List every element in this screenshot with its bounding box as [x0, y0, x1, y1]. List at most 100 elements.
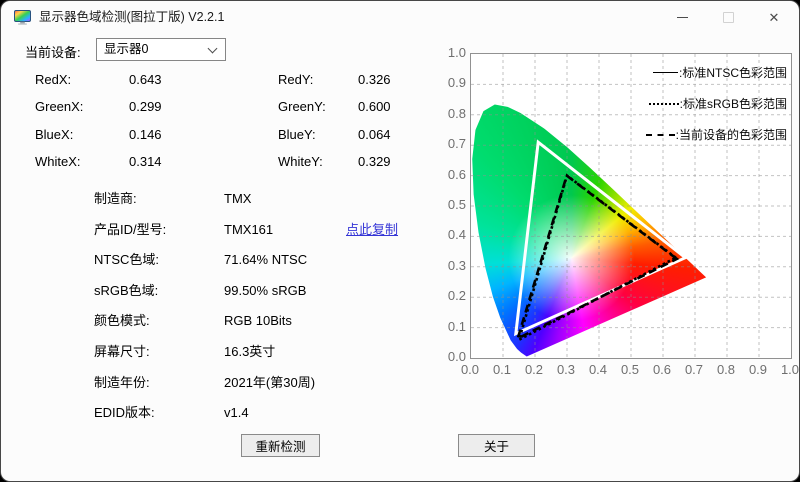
coord-label: GreenX:	[35, 99, 84, 115]
x-tick-label: 0.1	[492, 362, 512, 377]
info-value: TMX161	[224, 221, 274, 237]
x-tick-label: 0.5	[620, 362, 640, 377]
info-label: 颜色模式:	[94, 313, 150, 329]
coord-row: RedX: 0.643	[35, 72, 162, 99]
coord-label: GreenY:	[278, 99, 326, 115]
coord-row: WhiteY: 0.329	[278, 154, 391, 181]
info-value: 16.3英寸	[224, 343, 276, 359]
x-tick-label: 0.6	[652, 362, 672, 377]
close-icon: ✕	[768, 9, 780, 25]
coord-value: 0.064	[358, 126, 391, 142]
info-label: sRGB色域:	[94, 282, 159, 298]
minimize-icon	[676, 16, 688, 18]
info-row: 产品ID/型号: TMX161 点此复制	[94, 219, 434, 250]
copy-link[interactable]: 点此复制	[346, 219, 398, 238]
app-window: 显示器色域检测(图拉丁版) V2.2.1 ✕ 当前设备: 显示器0 RedX: 0…	[1, 1, 799, 481]
close-button[interactable]: ✕	[751, 1, 797, 33]
x-tick-label: 0.9	[748, 362, 768, 377]
info-label: EDID版本:	[94, 405, 155, 421]
info-row: 制造商: TMX	[94, 188, 434, 219]
coord-row: BlueY: 0.064	[278, 127, 391, 154]
info-label: 屏幕尺寸:	[94, 343, 150, 359]
coord-label: WhiteY:	[278, 154, 323, 170]
device-selector-label: 当前设备:	[25, 45, 81, 60]
minimize-button[interactable]	[659, 1, 705, 33]
info-row: EDID版本: v1.4	[94, 402, 434, 433]
y-tick-label: 0.9	[447, 75, 466, 91]
info-label: 制造商:	[94, 191, 137, 206]
gamut-triangle-solid	[514, 139, 689, 337]
y-tick-label: 1.0	[447, 45, 466, 60]
app-icon	[14, 10, 31, 25]
x-tick-label: 0.2	[524, 362, 544, 377]
chevron-down-icon	[207, 43, 218, 54]
coord-label: BlueX:	[35, 126, 74, 142]
x-tick-label: 0.0	[460, 362, 480, 377]
coord-label: RedX:	[35, 72, 72, 87]
info-value: 2021年(第30周)	[224, 374, 316, 390]
y-tick-label: 0.8	[447, 105, 466, 121]
info-value: 99.50% sRGB	[224, 282, 307, 298]
coord-value: 0.326	[358, 72, 391, 87]
about-button[interactable]: 关于	[458, 434, 535, 457]
legend-item: :标准sRGB色彩范围	[646, 95, 787, 112]
coord-label: WhiteX:	[35, 154, 81, 170]
window-title: 显示器色域检测(图拉丁版) V2.2.1	[39, 10, 225, 24]
info-label: 制造年份:	[94, 374, 150, 390]
info-label: NTSC色域:	[94, 252, 160, 268]
y-tick-label: 0.5	[447, 197, 466, 212]
x-tick-label: 0.8	[716, 362, 736, 377]
title-bar: 显示器色域检测(图拉丁版) V2.2.1 ✕	[1, 1, 799, 33]
coord-value: 0.299	[129, 99, 162, 115]
coord-value: 0.329	[358, 154, 391, 170]
legend-label: :当前设备的色彩范围	[675, 128, 787, 142]
x-tick-label: 0.4	[588, 362, 608, 377]
legend-line-solid-icon	[652, 72, 678, 73]
device-selector-value: 显示器0	[104, 42, 149, 56]
info-list: 制造商: TMX 产品ID/型号: TMX161 点此复制 NTSC色域: 71.64% N…	[94, 188, 434, 433]
info-value: v1.4	[224, 405, 249, 421]
redetect-button[interactable]: 重新检测	[241, 434, 320, 457]
x-tick-label: 0.3	[556, 362, 576, 377]
gamut-triangle-dashed	[515, 173, 680, 342]
coord-row: GreenY: 0.600	[278, 99, 391, 126]
coord-value: 0.600	[358, 99, 391, 115]
x-tick-label: 1.0	[780, 362, 799, 377]
y-tick-label: 0.6	[447, 166, 466, 182]
y-tick-label: 0.7	[447, 136, 466, 152]
y-tick-label: 0.4	[447, 227, 466, 243]
y-tick-label: 0.1	[447, 318, 466, 334]
legend-item: :当前设备的色彩范围	[645, 126, 787, 143]
coord-row: GreenX: 0.299	[35, 99, 162, 126]
device-selector[interactable]: 显示器0	[96, 38, 226, 61]
chart-legend: :标准NTSC色彩范围 :标准sRGB色彩范围 :当前设备的色彩范围	[645, 64, 787, 157]
info-row: 屏幕尺寸: 16.3英寸	[94, 341, 434, 372]
coord-row: BlueX: 0.146	[35, 127, 162, 154]
y-tick-label: 0.2	[447, 288, 466, 304]
coord-value: 0.314	[129, 154, 162, 170]
info-value: 71.64% NTSC	[224, 252, 308, 268]
window-controls: ✕	[659, 1, 797, 33]
coord-row: WhiteX: 0.314	[35, 154, 162, 181]
coord-value: 0.643	[129, 72, 162, 87]
info-value: TMX	[224, 191, 252, 206]
coord-value: 0.146	[129, 126, 162, 142]
legend-label: :标准sRGB色彩范围	[679, 97, 787, 111]
info-row: 颜色模式: RGB 10Bits	[94, 310, 434, 341]
coord-row: RedY: 0.326	[278, 72, 391, 99]
info-value: RGB 10Bits	[224, 313, 292, 329]
info-row: 制造年份: 2021年(第30周)	[94, 372, 434, 403]
coord-label: BlueY:	[278, 126, 316, 142]
coordinates-column-y: RedY: 0.326 GreenY: 0.600 BlueY: 0.064 WhiteY:…	[278, 72, 391, 182]
x-tick-label: 0.7	[684, 362, 704, 377]
info-row: NTSC色域: 71.64% NTSC	[94, 249, 434, 280]
chromaticity-plot: :标准NTSC色彩范围 :标准sRGB色彩范围 :当前设备的色彩范围	[470, 53, 792, 359]
info-row: sRGB色域: 99.50% sRGB	[94, 280, 434, 311]
y-tick-label: 0.3	[447, 257, 466, 273]
legend-line-dashed-icon	[645, 133, 675, 136]
info-label: 产品ID/型号:	[94, 221, 167, 237]
coord-label: RedY:	[278, 72, 314, 87]
maximize-icon	[722, 11, 734, 23]
maximize-button[interactable]	[705, 1, 751, 33]
legend-item: :标准NTSC色彩范围	[646, 64, 787, 81]
